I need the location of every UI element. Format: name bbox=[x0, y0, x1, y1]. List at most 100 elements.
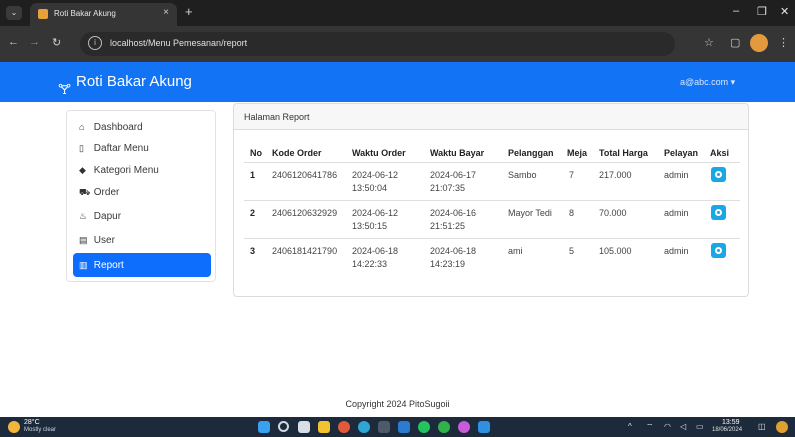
sidebar: ⌂ Dashboard ▯ Daftar Menu ◆ Kategori Men… bbox=[66, 110, 216, 282]
extensions-icon[interactable]: ▢ bbox=[730, 36, 740, 49]
address-bar[interactable]: i localhost/Menu Pemesanan/report bbox=[80, 32, 675, 56]
weather-icon[interactable] bbox=[8, 421, 20, 433]
column-header: Waktu Order bbox=[352, 148, 406, 158]
sidebar-item-daftar-menu[interactable]: ▯ Daftar Menu bbox=[73, 137, 211, 159]
search-icon[interactable] bbox=[278, 421, 289, 432]
sidebar-item-user[interactable]: ▤ User bbox=[73, 229, 211, 251]
cell-waktu-bayar-time: 14:23:19 bbox=[430, 259, 466, 269]
app-navbar: 🝖 Roti Bakar Akung a@abc.com ▾ bbox=[0, 62, 795, 102]
sidebar-item-kategori-menu[interactable]: ◆ Kategori Menu bbox=[73, 159, 211, 181]
sidebar-item-label: User bbox=[93, 235, 115, 246]
cell-total-harga: 105.000 bbox=[599, 246, 632, 256]
fire-icon: ♨ bbox=[79, 211, 88, 221]
minimize-icon[interactable]: – bbox=[733, 5, 739, 17]
sidebar-item-order[interactable]: ⛟ Order bbox=[73, 181, 211, 203]
cell-waktu-order-date: 2024-06-12 bbox=[352, 208, 399, 218]
maximize-icon[interactable]: ❐ bbox=[757, 5, 767, 18]
cell-no: 1 bbox=[250, 170, 256, 180]
sidebar-item-label: Report bbox=[93, 260, 124, 271]
calculator-icon[interactable] bbox=[378, 421, 390, 433]
new-tab-button[interactable]: + bbox=[185, 4, 193, 19]
page-footer: Copyright 2024 PitoSugoii bbox=[345, 399, 450, 409]
tray-chevron-icon[interactable]: ^ bbox=[628, 422, 632, 431]
weather-temperature: 28°C bbox=[24, 419, 40, 426]
sidebar-item-report[interactable]: ▥ Report bbox=[73, 253, 211, 277]
browser-tab[interactable]: Roti Bakar Akung × bbox=[30, 3, 177, 26]
battery-icon[interactable]: ▭ bbox=[696, 422, 704, 431]
cell-waktu-bayar-date: 2024-06-17 bbox=[430, 170, 477, 180]
report-card: Halaman Report No Kode Order Waktu Order… bbox=[233, 103, 749, 297]
network-icon[interactable]: ⌔ bbox=[646, 422, 654, 432]
cell-waktu-order-time: 13:50:04 bbox=[352, 183, 388, 193]
card-header: Halaman Report bbox=[234, 104, 748, 130]
eye-icon bbox=[715, 209, 722, 216]
reload-icon[interactable]: ↻ bbox=[52, 36, 61, 49]
back-icon[interactable]: ← bbox=[8, 36, 19, 48]
cell-pelayan: admin bbox=[664, 208, 689, 218]
column-header: Pelayan bbox=[664, 148, 699, 158]
profile-avatar[interactable] bbox=[750, 34, 768, 52]
task-view-icon[interactable] bbox=[298, 421, 310, 433]
sidebar-item-dashboard[interactable]: ⌂ Dashboard bbox=[73, 116, 211, 138]
cell-waktu-bayar-time: 21:07:35 bbox=[430, 183, 466, 193]
store-icon[interactable] bbox=[398, 421, 410, 433]
edge-icon[interactable] bbox=[358, 421, 370, 433]
sidebar-item-label: Daftar Menu bbox=[93, 143, 149, 154]
page-title: Halaman Report bbox=[244, 112, 310, 122]
brand-name[interactable]: Roti Bakar Akung bbox=[76, 73, 192, 90]
cell-pelayan: admin bbox=[664, 246, 689, 256]
clock-time[interactable]: 13:59 bbox=[722, 419, 740, 426]
cell-meja: 7 bbox=[569, 170, 575, 180]
column-header: Aksi bbox=[710, 148, 730, 158]
cell-pelanggan: ami bbox=[508, 246, 523, 256]
home-icon: ⌂ bbox=[79, 122, 85, 132]
cell-no: 2 bbox=[250, 208, 256, 218]
vscode-icon[interactable] bbox=[478, 421, 490, 433]
tab-close-icon[interactable]: × bbox=[163, 7, 169, 18]
chrome-icon[interactable] bbox=[338, 421, 350, 433]
column-header: Total Harga bbox=[599, 148, 648, 158]
book-icon: ▯ bbox=[79, 143, 84, 153]
start-icon[interactable] bbox=[258, 421, 270, 433]
url-text[interactable]: localhost/Menu Pemesanan/report bbox=[110, 38, 247, 48]
notification-icon[interactable]: ◫ bbox=[758, 422, 766, 431]
sidebar-item-label: Dapur bbox=[93, 211, 122, 222]
bookmark-star-icon[interactable]: ☆ bbox=[704, 36, 714, 49]
chrome-green-icon[interactable] bbox=[438, 421, 450, 433]
wifi-icon[interactable]: ◠ bbox=[664, 422, 671, 431]
view-detail-button[interactable] bbox=[711, 167, 726, 182]
cell-total-harga: 217.000 bbox=[599, 170, 632, 180]
column-header: Waktu Bayar bbox=[430, 148, 485, 158]
file-explorer-icon[interactable] bbox=[318, 421, 330, 433]
browser-menu-icon[interactable]: ⋮ bbox=[778, 36, 789, 49]
column-header: Pelanggan bbox=[508, 148, 554, 158]
whatsapp-icon[interactable] bbox=[418, 421, 430, 433]
tab-search-icon[interactable]: ⌄ bbox=[6, 6, 22, 20]
forward-icon[interactable]: → bbox=[29, 36, 40, 48]
os-taskbar: 28°C Mostly clear ^ ⌔ ◠ ◁ ▭ 13:59 18/06/… bbox=[0, 417, 795, 437]
view-detail-button[interactable] bbox=[711, 205, 726, 220]
sidebar-item-label: Order bbox=[93, 187, 120, 198]
user-dropdown[interactable]: a@abc.com ▾ bbox=[680, 77, 735, 88]
cell-kode-order: 2406120641786 bbox=[272, 170, 338, 180]
cell-waktu-order-time: 14:22:33 bbox=[352, 259, 388, 269]
sidebar-item-dapur[interactable]: ♨ Dapur bbox=[73, 205, 211, 227]
clock-date[interactable]: 18/06/2024 bbox=[712, 427, 742, 433]
cart-icon: ⛟ bbox=[79, 187, 91, 197]
column-header: No bbox=[250, 148, 262, 158]
browser-app-icon[interactable] bbox=[458, 421, 470, 433]
view-detail-button[interactable] bbox=[711, 243, 726, 258]
window-close-icon[interactable]: ✕ bbox=[780, 5, 789, 18]
column-header: Meja bbox=[567, 148, 588, 158]
cell-waktu-bayar-time: 21:51:25 bbox=[430, 221, 466, 231]
user-card-icon: ▤ bbox=[79, 235, 88, 245]
chart-icon: ▥ bbox=[79, 260, 88, 270]
tag-icon: ◆ bbox=[79, 165, 86, 175]
brand-logo-icon: 🝖 bbox=[58, 81, 72, 97]
row-divider bbox=[244, 238, 740, 239]
copilot-icon[interactable] bbox=[776, 421, 788, 433]
cell-pelanggan: Mayor Tedi bbox=[508, 208, 552, 218]
browser-tab-bar: ⌄ Roti Bakar Akung × + – ❐ ✕ bbox=[0, 0, 795, 26]
volume-icon[interactable]: ◁ bbox=[680, 422, 686, 431]
site-info-icon[interactable]: i bbox=[88, 36, 102, 50]
